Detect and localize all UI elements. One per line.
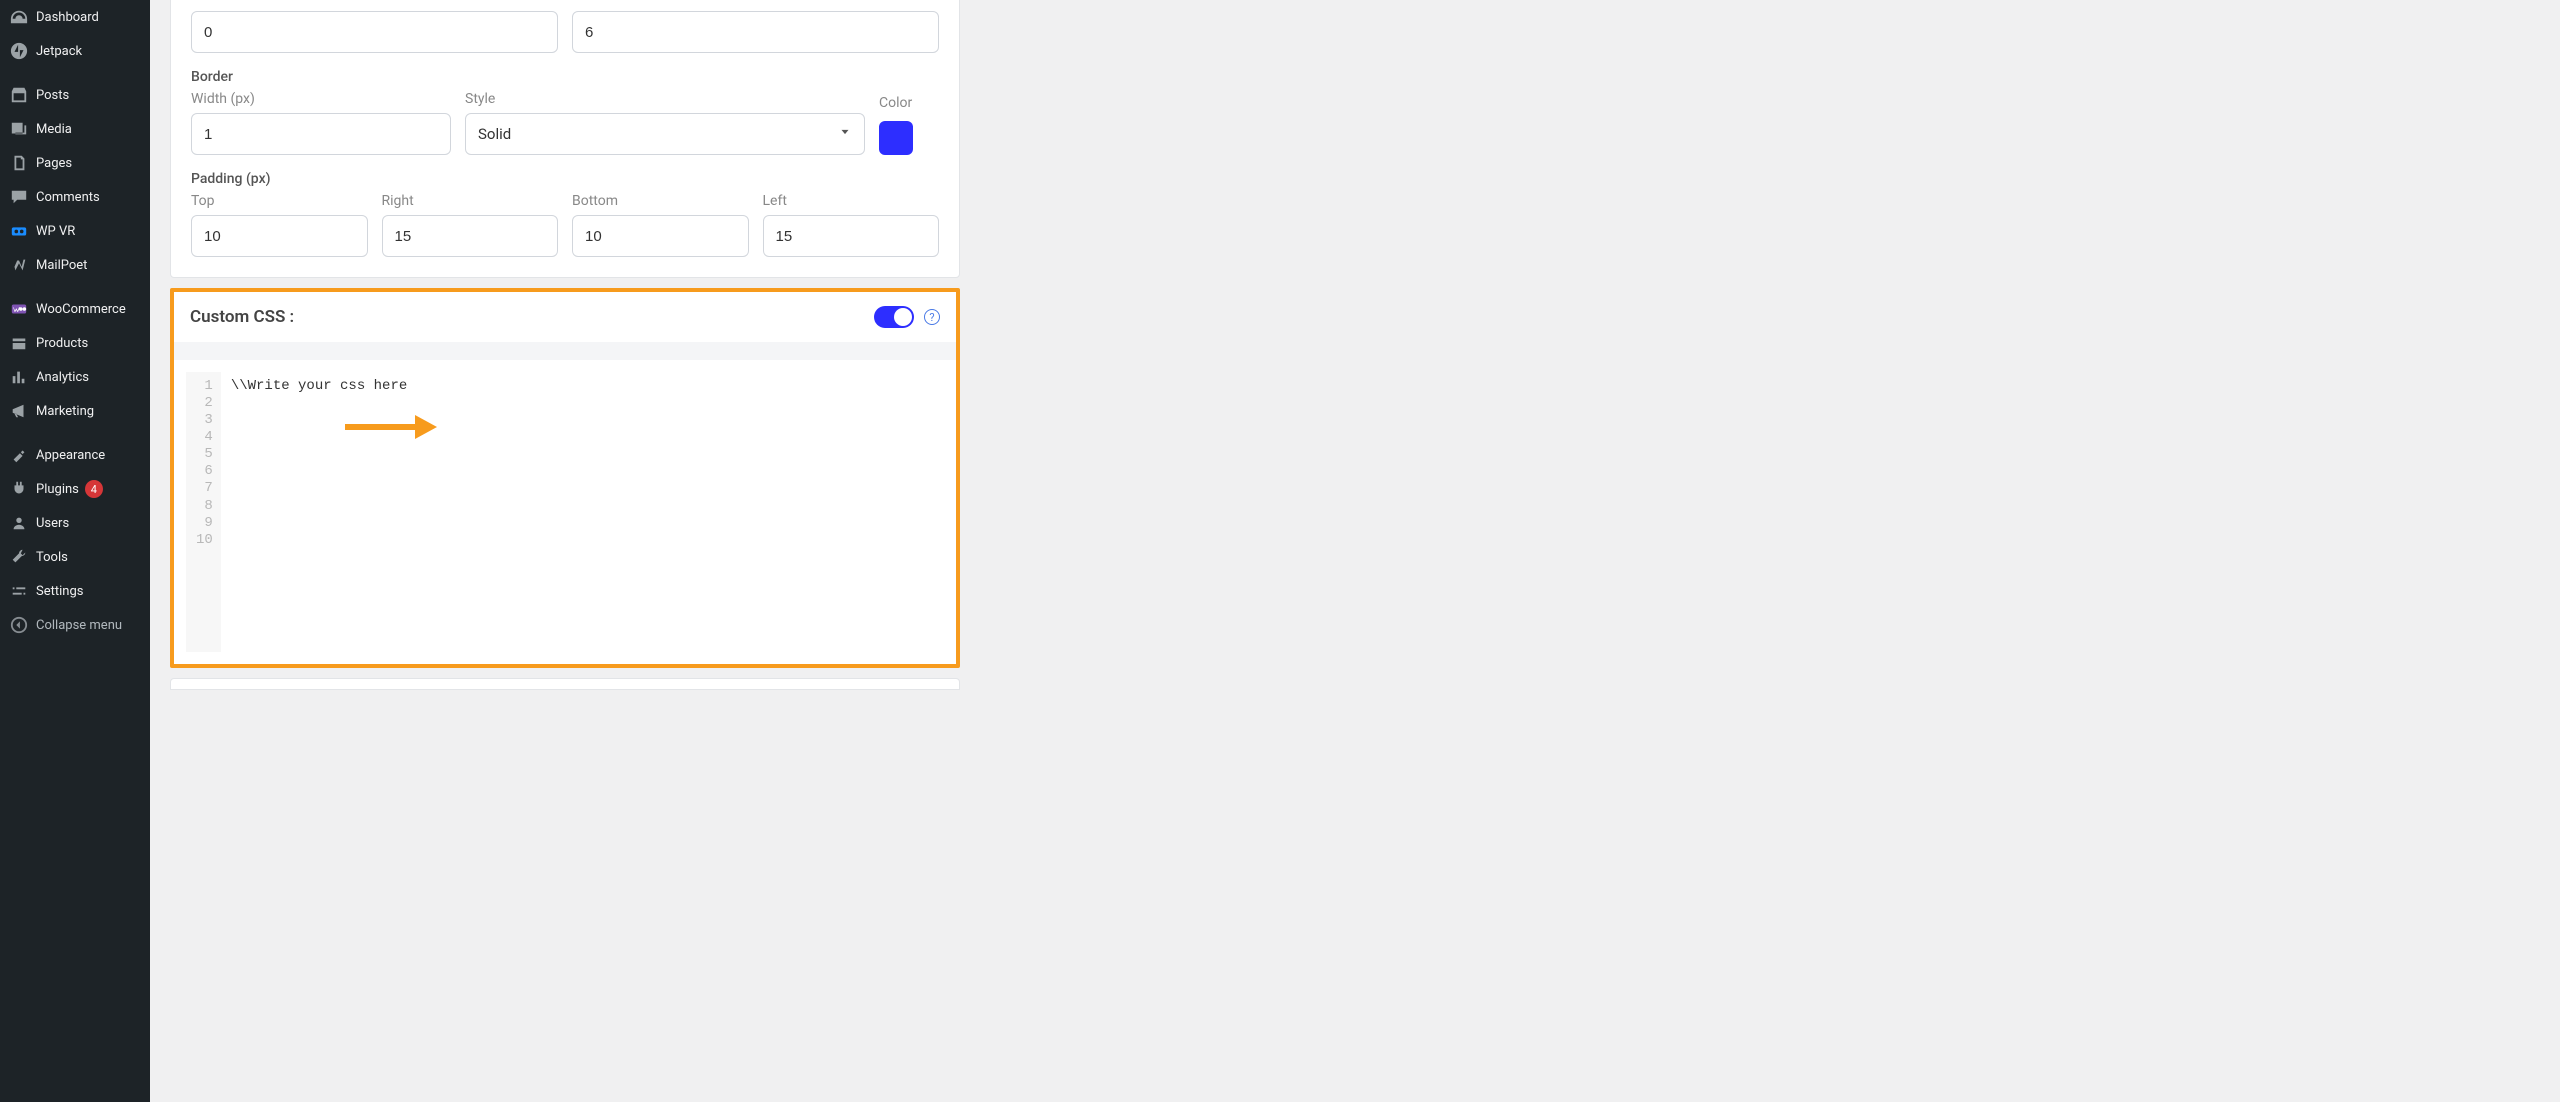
mailpoet-icon	[10, 256, 28, 274]
custom-css-toggle[interactable]	[874, 306, 914, 328]
code-editor[interactable]: 1 2 3 4 5 6 7 8 9 10 \\Write your css he…	[186, 372, 944, 652]
border-style-select[interactable]: Solid	[465, 113, 865, 155]
dashboard-icon	[10, 8, 28, 26]
code-gutter: 1 2 3 4 5 6 7 8 9 10	[186, 372, 221, 652]
next-card	[170, 678, 960, 690]
border-color-swatch[interactable]	[879, 121, 913, 155]
tools-icon	[10, 548, 28, 566]
admin-sidebar: Dashboard Jetpack Posts Media Pages Comm…	[0, 0, 150, 1102]
appearance-icon	[10, 446, 28, 464]
sidebar-item-settings[interactable]: Settings	[0, 574, 150, 608]
border-style-value: Solid	[478, 125, 511, 143]
sidebar-item-label: WooCommerce	[36, 302, 126, 317]
sidebar-item-label: Analytics	[36, 370, 89, 385]
jetpack-icon	[10, 42, 28, 60]
sidebar-item-marketing[interactable]: Marketing	[0, 394, 150, 428]
settings-card: Border Width (px) Style Solid Co	[170, 0, 960, 278]
custom-css-section: Custom CSS : ? 1 2 3 4 5 6 7 8 9 10 \\Wr…	[170, 288, 960, 668]
pages-icon	[10, 154, 28, 172]
plugins-icon	[10, 480, 28, 498]
border-width-label: Width (px)	[191, 91, 451, 107]
sidebar-item-products[interactable]: Products	[0, 326, 150, 360]
border-section-label: Border	[191, 69, 939, 85]
sidebar-item-label: MailPoet	[36, 258, 87, 273]
sidebar-item-label: Pages	[36, 156, 72, 171]
border-color-label: Color	[879, 95, 939, 111]
sidebar-item-label: Jetpack	[36, 44, 82, 59]
sidebar-item-pages[interactable]: Pages	[0, 146, 150, 180]
wpvr-icon	[10, 222, 28, 240]
sidebar-item-label: Marketing	[36, 404, 94, 419]
sidebar-item-plugins[interactable]: Plugins 4	[0, 472, 150, 506]
sidebar-item-label: Collapse menu	[36, 618, 122, 633]
sidebar-item-label: Tools	[36, 550, 68, 565]
padding-bottom-label: Bottom	[572, 193, 749, 209]
code-content[interactable]: \\Write your css here	[221, 372, 944, 652]
sidebar-item-comments[interactable]: Comments	[0, 180, 150, 214]
sidebar-item-label: Products	[36, 336, 88, 351]
border-style-label: Style	[465, 91, 865, 107]
sidebar-item-mailpoet[interactable]: MailPoet	[0, 248, 150, 282]
comments-icon	[10, 188, 28, 206]
sidebar-item-media[interactable]: Media	[0, 112, 150, 146]
sidebar-item-collapse[interactable]: Collapse menu	[0, 608, 150, 642]
top-left-input[interactable]	[191, 11, 558, 53]
sidebar-item-wpvr[interactable]: WP VR	[0, 214, 150, 248]
sidebar-item-label: Media	[36, 122, 72, 137]
padding-right-input[interactable]	[382, 215, 559, 257]
sidebar-item-appearance[interactable]: Appearance	[0, 438, 150, 472]
users-icon	[10, 514, 28, 532]
sidebar-item-dashboard[interactable]: Dashboard	[0, 0, 150, 34]
padding-section-label: Padding (px)	[191, 171, 939, 187]
sidebar-item-label: Posts	[36, 88, 69, 103]
collapse-icon	[10, 616, 28, 634]
padding-top-label: Top	[191, 193, 368, 209]
padding-left-input[interactable]	[763, 215, 940, 257]
main-content: Border Width (px) Style Solid Co	[150, 0, 2560, 1102]
settings-icon	[10, 582, 28, 600]
sidebar-item-jetpack[interactable]: Jetpack	[0, 34, 150, 68]
sidebar-item-label: Settings	[36, 584, 83, 599]
border-width-input[interactable]	[191, 113, 451, 155]
sidebar-item-label: Comments	[36, 190, 100, 205]
help-icon[interactable]: ?	[924, 309, 940, 325]
padding-bottom-input[interactable]	[572, 215, 749, 257]
sidebar-item-label: Plugins	[36, 482, 79, 497]
chevron-down-icon	[838, 125, 852, 143]
padding-right-label: Right	[382, 193, 559, 209]
sidebar-item-users[interactable]: Users	[0, 506, 150, 540]
sidebar-item-label: Dashboard	[36, 10, 99, 25]
sidebar-item-woocommerce[interactable]: WooCommerce	[0, 292, 150, 326]
sidebar-item-analytics[interactable]: Analytics	[0, 360, 150, 394]
sidebar-item-tools[interactable]: Tools	[0, 540, 150, 574]
woocommerce-icon	[10, 300, 28, 318]
padding-top-input[interactable]	[191, 215, 368, 257]
sidebar-item-posts[interactable]: Posts	[0, 78, 150, 112]
marketing-icon	[10, 402, 28, 420]
plugins-badge: 4	[85, 480, 103, 498]
products-icon	[10, 334, 28, 352]
sidebar-item-label: WP VR	[36, 224, 75, 239]
callout-arrow	[345, 415, 437, 439]
sidebar-item-label: Users	[36, 516, 69, 531]
analytics-icon	[10, 368, 28, 386]
sidebar-item-label: Appearance	[36, 448, 105, 463]
custom-css-title: Custom CSS :	[190, 307, 294, 327]
media-icon	[10, 120, 28, 138]
top-right-input[interactable]	[572, 11, 939, 53]
posts-icon	[10, 86, 28, 104]
padding-left-label: Left	[763, 193, 940, 209]
